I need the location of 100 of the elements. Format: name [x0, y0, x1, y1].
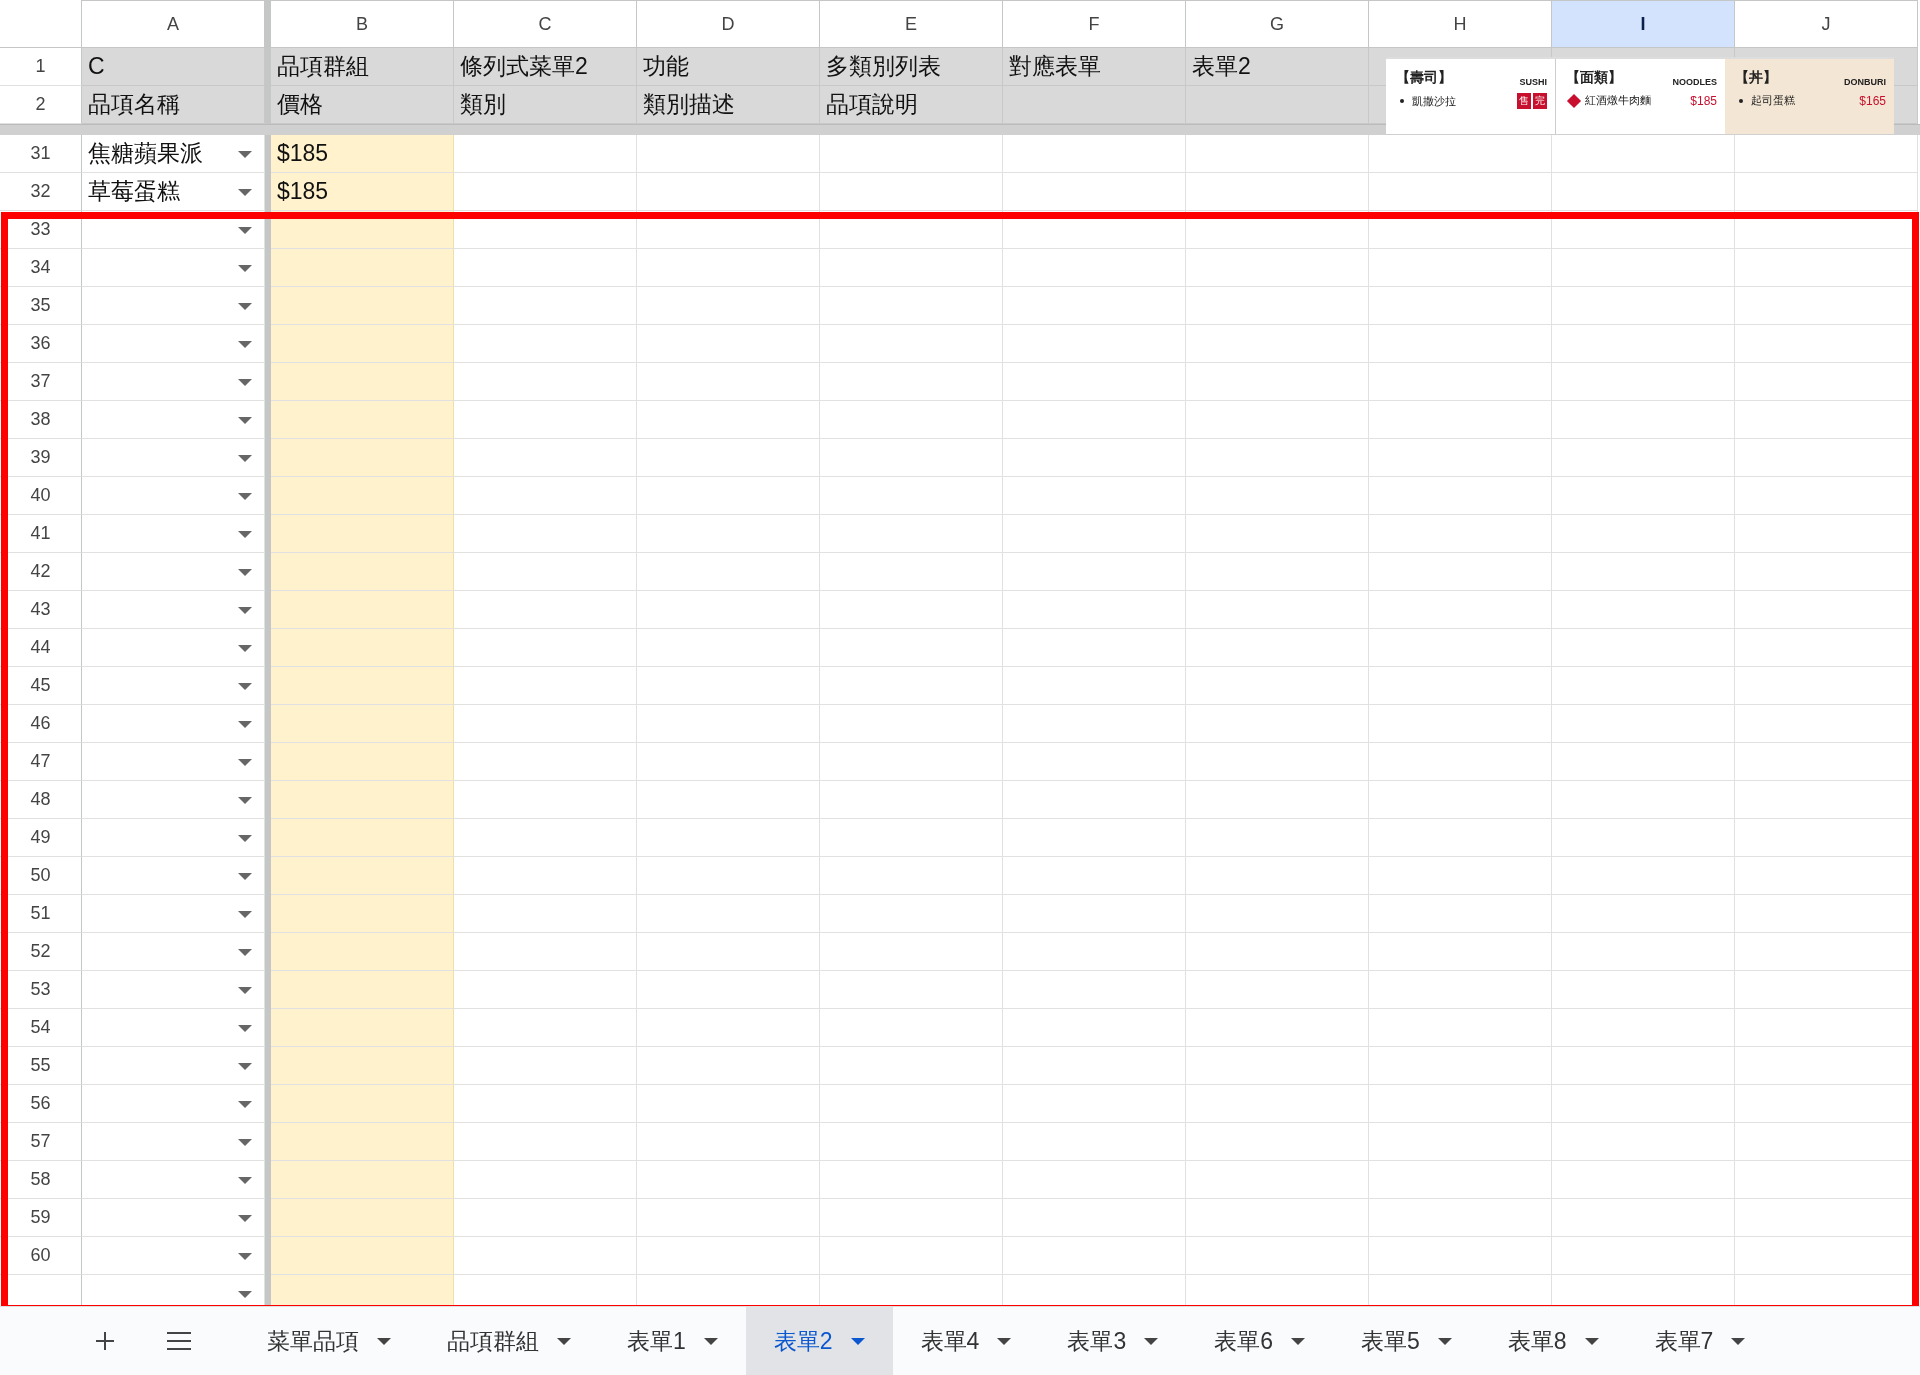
sheet-tab[interactable]: 表單2 [745, 1307, 893, 1375]
caret-icon[interactable] [850, 1337, 865, 1345]
dropdown-arrow-icon[interactable] [238, 1062, 252, 1070]
bullet-icon [1739, 98, 1743, 103]
dropdown-arrow-icon[interactable] [238, 302, 252, 310]
dropdown-arrow-icon[interactable] [238, 1138, 252, 1146]
dropdown-arrow-icon[interactable] [238, 416, 252, 424]
sheet-tab[interactable]: 菜單品項 [239, 1307, 419, 1375]
dropdown-arrow-icon[interactable] [238, 682, 252, 690]
row-number[interactable]: 1 [0, 48, 82, 86]
sheet-tab[interactable]: 表單8 [1479, 1307, 1627, 1375]
row-number[interactable]: 2 [0, 86, 82, 124]
row-number[interactable]: 47 [0, 743, 82, 781]
dropdown-arrow-icon[interactable] [238, 1214, 252, 1222]
dropdown-arrow-icon[interactable] [238, 644, 252, 652]
row-number[interactable]: 44 [0, 629, 82, 667]
dropdown-arrow-icon[interactable] [238, 758, 252, 766]
row-number[interactable]: 37 [0, 363, 82, 401]
dropdown-arrow-icon[interactable] [238, 796, 252, 804]
dropdown-arrow-icon[interactable] [238, 606, 252, 614]
sheet-tab[interactable]: 表單1 [599, 1307, 746, 1375]
dropdown-arrow-icon[interactable] [238, 188, 252, 196]
row-number[interactable]: 43 [0, 591, 82, 629]
cell-text: 類別描述 [643, 90, 735, 119]
row-number[interactable]: 46 [0, 705, 82, 743]
row-number[interactable]: 31 [0, 135, 82, 173]
row-number[interactable]: 36 [0, 325, 82, 363]
row-number[interactable]: 42 [0, 553, 82, 591]
row-number[interactable]: 51 [0, 895, 82, 933]
row-number[interactable]: 40 [0, 477, 82, 515]
sheet-tab[interactable]: 表單7 [1626, 1307, 1774, 1375]
dropdown-arrow-icon[interactable] [238, 910, 252, 918]
dropdown-arrow-icon[interactable] [238, 378, 252, 386]
section-subtitle: DONBURI [1844, 77, 1886, 87]
dropdown-arrow-icon[interactable] [238, 530, 252, 538]
section-title: 【丼】 [1735, 69, 1777, 87]
dropdown-arrow-icon[interactable] [238, 454, 252, 462]
dropdown-arrow-icon[interactable] [238, 872, 252, 880]
cell-text: 草莓蛋糕 [88, 177, 180, 206]
row-number[interactable]: 38 [0, 401, 82, 439]
row-number[interactable]: 45 [0, 667, 82, 705]
section-title: 【面類】 [1566, 69, 1622, 87]
section-title: 【壽司】 [1396, 69, 1452, 87]
row-number[interactable]: 34 [0, 249, 82, 287]
caret-icon[interactable] [1437, 1337, 1452, 1345]
row-number[interactable]: 41 [0, 515, 82, 553]
dropdown-arrow-icon[interactable] [238, 986, 252, 994]
caret-icon[interactable] [703, 1337, 718, 1345]
dropdown-arrow-icon[interactable] [238, 1252, 252, 1260]
row-number[interactable]: 39 [0, 439, 82, 477]
sheet-tab[interactable]: 品項群組 [419, 1307, 599, 1375]
dropdown-arrow-icon[interactable] [238, 264, 252, 272]
row-number[interactable]: 55 [0, 1047, 82, 1085]
caret-icon[interactable] [377, 1337, 391, 1345]
menu-icon[interactable] [167, 1332, 191, 1350]
row-number[interactable]: 52 [0, 933, 82, 971]
row-number[interactable]: 57 [0, 1123, 82, 1161]
cell-text: 品項群組 [277, 52, 369, 81]
caret-icon[interactable] [557, 1337, 571, 1345]
row-number[interactable]: 54 [0, 1009, 82, 1047]
add-sheet-icon[interactable] [95, 1331, 115, 1351]
cell-text: 功能 [643, 52, 689, 81]
dropdown-arrow-icon[interactable] [238, 226, 252, 234]
row-number[interactable]: 48 [0, 781, 82, 819]
sheet-tab[interactable]: 表單6 [1186, 1307, 1333, 1375]
dropdown-arrow-icon[interactable] [238, 492, 252, 500]
dropdown-arrow-icon[interactable] [238, 1290, 252, 1298]
caret-icon[interactable] [1291, 1337, 1305, 1345]
cell-text: 價格 [277, 90, 323, 119]
dropdown-arrow-icon[interactable] [238, 948, 252, 956]
row-number[interactable]: 35 [0, 287, 82, 325]
row-number[interactable]: 56 [0, 1085, 82, 1123]
dropdown-arrow-icon[interactable] [238, 1176, 252, 1184]
dropdown-arrow-icon[interactable] [238, 1024, 252, 1032]
cell-text: 品項說明 [826, 90, 918, 119]
dropdown-arrow-icon[interactable] [238, 150, 252, 158]
dropdown-arrow-icon[interactable] [238, 568, 252, 576]
sheet-tab[interactable]: 表單5 [1333, 1307, 1480, 1375]
dropdown-arrow-icon[interactable] [238, 834, 252, 842]
row-number[interactable]: 49 [0, 819, 82, 857]
sheet-tab[interactable]: 表單3 [1039, 1307, 1187, 1375]
cell-text: 類別 [460, 90, 506, 119]
dropdown-arrow-icon[interactable] [238, 1100, 252, 1108]
row-number[interactable]: 32 [0, 173, 82, 211]
caret-icon[interactable] [1144, 1337, 1159, 1345]
cell-text: C [88, 53, 105, 80]
row-number[interactable]: 53 [0, 971, 82, 1009]
dropdown-arrow-icon[interactable] [238, 720, 252, 728]
row-number[interactable]: 50 [0, 857, 82, 895]
dropdown-arrow-icon[interactable] [238, 340, 252, 348]
row-number[interactable]: 58 [0, 1161, 82, 1199]
caret-icon[interactable] [997, 1337, 1012, 1345]
sheet-tab[interactable]: 表單4 [892, 1307, 1040, 1375]
cell-text: $185 [277, 178, 329, 205]
sold-out-badge: 售 [1517, 93, 1531, 109]
caret-icon[interactable] [1584, 1337, 1599, 1345]
caret-icon[interactable] [1731, 1337, 1746, 1345]
column-header[interactable]: I [1552, 0, 1735, 48]
row-number[interactable]: 59 [0, 1199, 82, 1237]
row-number[interactable]: 60 [0, 1237, 82, 1275]
